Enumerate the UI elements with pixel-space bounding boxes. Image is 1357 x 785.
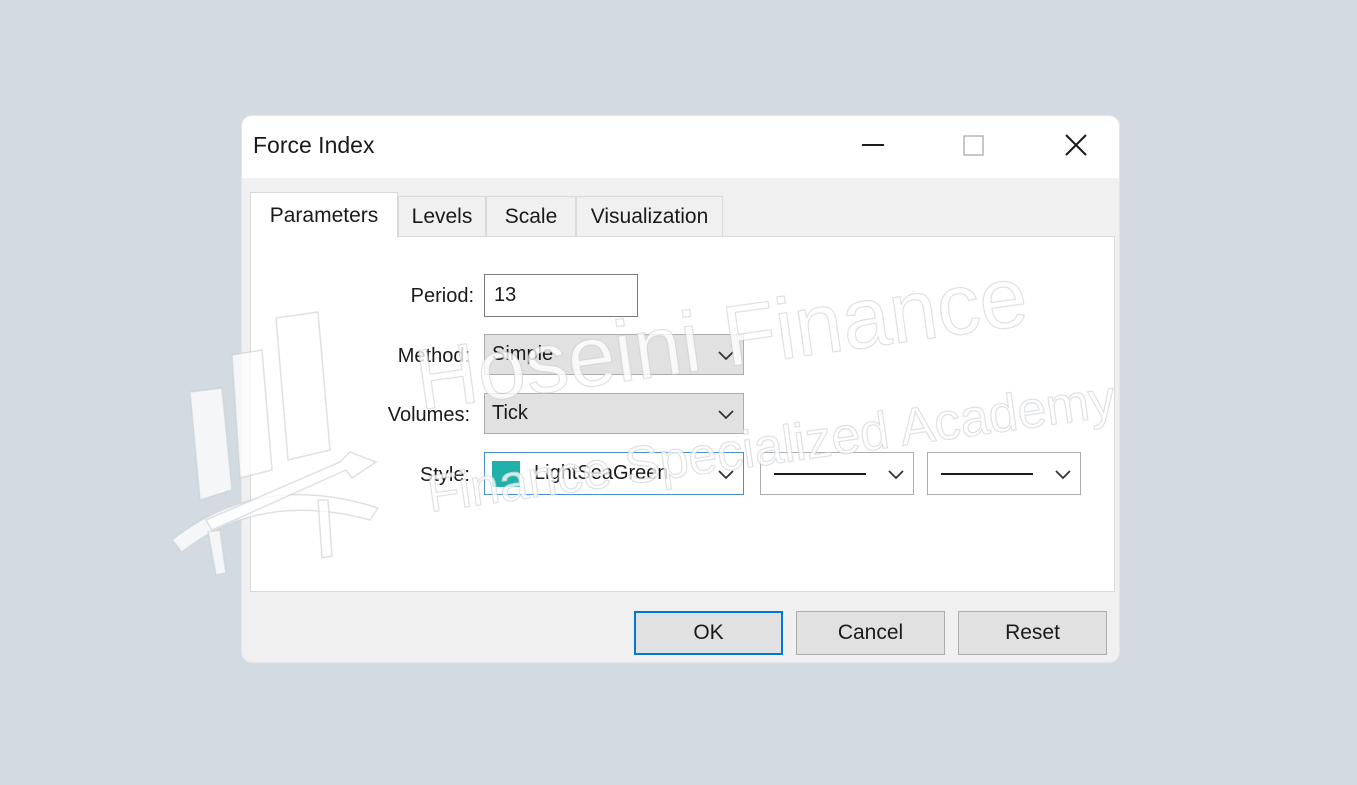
reset-button[interactable]: Reset [958,611,1107,655]
tab-visualization[interactable]: Visualization [576,196,723,236]
maximize-icon [963,135,984,156]
window-title: Force Index [253,132,375,158]
chevron-down-icon [1055,469,1071,479]
chevron-down-icon [888,469,904,479]
ok-button[interactable]: OK [634,611,783,655]
minimize-icon [862,144,884,146]
chevron-down-icon [718,350,734,360]
tab-label: Visualization [590,204,709,228]
style-color-name: LightSeaGreen [534,462,669,484]
method-label: Method: [397,345,470,367]
tab-parameters[interactable]: Parameters [250,192,398,238]
chevron-down-icon [718,409,734,419]
tab-label: Scale [504,204,558,228]
volumes-label: Volumes: [387,404,470,426]
minimize-button[interactable] [843,116,903,178]
line-style-select[interactable] [927,452,1081,495]
tab-label: Parameters [269,203,379,227]
period-input[interactable]: 13 [484,274,638,317]
style-label: Style: [419,464,470,486]
tab-label: Levels [411,204,473,228]
method-select[interactable]: Simple [484,334,744,375]
parameters-panel: Period: 13 Method: Simple Volumes: Tick … [250,236,1115,592]
tab-scale[interactable]: Scale [486,196,576,236]
tab-bar: Parameters Levels Scale Visualization [242,178,1119,238]
title-bar: Force Index [242,116,1119,178]
force-index-dialog: Force Index Parameters Levels Scale Visu… [242,116,1119,662]
volumes-select[interactable]: Tick [484,393,744,434]
close-icon [1065,134,1087,156]
maximize-button[interactable] [943,116,1003,178]
style-color-select[interactable]: LightSeaGreen [484,452,744,495]
cancel-button[interactable]: Cancel [796,611,945,655]
dialog-footer: OK Cancel Reset [242,594,1119,662]
line-width-icon [774,472,866,475]
line-style-icon [941,472,1033,475]
period-label: Period: [410,285,474,307]
tab-levels[interactable]: Levels [398,196,486,236]
chevron-down-icon [718,469,734,479]
color-swatch [492,460,520,487]
volumes-value: Tick [492,402,528,424]
method-value: Simple [492,343,554,365]
line-width-select[interactable] [760,452,914,495]
close-button[interactable] [1046,116,1106,178]
